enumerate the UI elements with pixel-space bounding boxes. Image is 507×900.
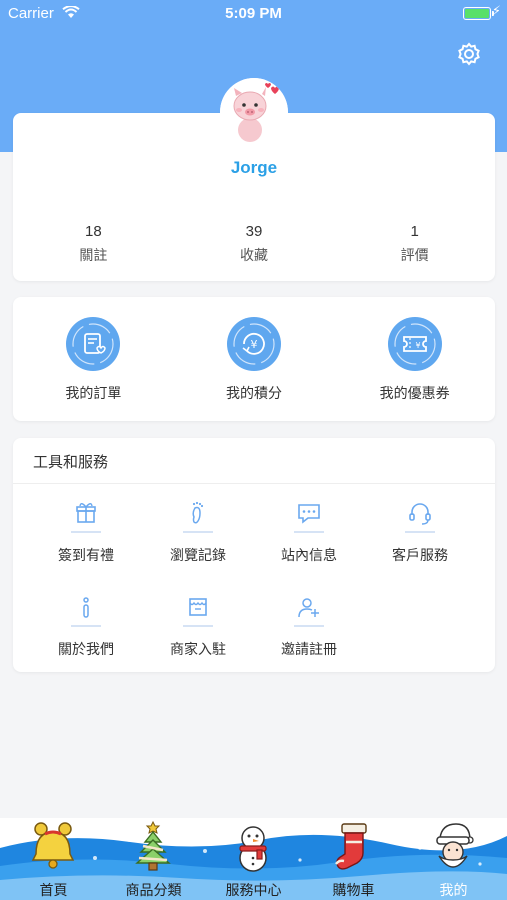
stat-favorites-value: 39 [245, 223, 263, 240]
pig-avatar-icon [220, 78, 288, 146]
bell-icon [31, 822, 75, 869]
headset-icon [409, 503, 431, 525]
site-messages-label: 站內信息 [281, 548, 337, 564]
my-orders-button[interactable]: 我的訂單 [13, 297, 174, 421]
tools-card: 工具和服務 簽到有禮 瀏覽記錄 站內信息 客戶服務 關於我們 商家入駐 邀請註冊 [13, 438, 495, 672]
my-coupons-button[interactable]: ¥ 我的優惠券 [334, 297, 495, 421]
merchant-join-label: 商家入駐 [170, 642, 226, 658]
svg-text:¥: ¥ [415, 341, 420, 350]
stat-reviews-value: 1 [410, 223, 419, 240]
profile-stats: 18 關註 39 收藏 1 評價 [13, 223, 495, 265]
stat-following-value: 18 [84, 223, 102, 240]
my-points-button[interactable]: ¥ 我的積分 [174, 297, 335, 421]
points-icon: ¥ [227, 317, 281, 371]
my-orders-label: 我的訂單 [65, 386, 122, 402]
snowman-icon [239, 826, 267, 872]
message-icon [298, 504, 320, 524]
store-icon [189, 598, 207, 616]
site-messages-button[interactable]: 站內信息 [254, 500, 364, 565]
tools-divider [13, 483, 495, 484]
charging-icon: ⚡ [491, 4, 501, 19]
footprint-icon [192, 501, 204, 524]
stat-reviews[interactable]: 1 評價 [334, 223, 495, 265]
status-bar: Carrier 5:09 PM ⚡ [0, 0, 507, 28]
check-in-gift-label: 簽到有禮 [58, 548, 114, 564]
stat-favorites[interactable]: 39 收藏 [174, 223, 335, 265]
battery-icon [463, 7, 494, 20]
santa-icon [436, 823, 474, 868]
customer-service-label: 客戶服務 [392, 548, 448, 564]
tool-underline [71, 531, 101, 533]
tool-underline [183, 625, 213, 627]
tool-underline [294, 625, 324, 627]
christmas-tree-icon [135, 820, 171, 871]
browse-history-label: 瀏覽記錄 [170, 548, 226, 564]
add-user-icon [298, 598, 319, 618]
tab-mine-label: 我的 [439, 883, 468, 899]
info-icon [83, 597, 89, 618]
tab-mine[interactable]: 我的 [403, 818, 504, 900]
browse-history-button[interactable]: 瀏覽記錄 [143, 500, 253, 565]
avatar[interactable] [220, 78, 288, 146]
stat-following-label: 關註 [79, 248, 108, 264]
tab-home-label: 首頁 [39, 883, 68, 899]
orders-card: 我的訂單 ¥ 我的積分 ¥ 我的優惠券 [13, 297, 495, 421]
tab-cart[interactable]: 購物車 [303, 818, 404, 900]
tab-bar: 首頁 商品分類 服務中心 購物車 我的 [0, 818, 507, 900]
coupon-icon: ¥ [387, 317, 442, 371]
about-us-button[interactable]: 關於我們 [31, 594, 141, 659]
tool-underline [183, 531, 213, 533]
about-us-label: 關於我們 [58, 642, 114, 658]
tool-underline [294, 531, 324, 533]
invite-register-button[interactable]: 邀請註冊 [254, 594, 364, 659]
invite-register-label: 邀請註冊 [281, 642, 337, 658]
username: Jorge [230, 158, 278, 177]
tab-categories-label: 商品分類 [125, 883, 182, 899]
tab-home[interactable]: 首頁 [3, 818, 104, 900]
tool-underline [71, 625, 101, 627]
check-in-gift-button[interactable]: 簽到有禮 [31, 500, 141, 565]
stat-following[interactable]: 18 關註 [13, 223, 174, 265]
gift-icon [76, 503, 96, 523]
status-time: 5:09 PM [225, 5, 282, 22]
stat-favorites-label: 收藏 [240, 248, 268, 264]
svg-text:¥: ¥ [251, 338, 258, 351]
tab-service-center[interactable]: 服務中心 [203, 818, 304, 900]
tool-underline [405, 531, 435, 533]
my-coupons-label: 我的優惠券 [379, 386, 450, 402]
settings-gear-icon[interactable] [455, 40, 483, 68]
my-points-label: 我的積分 [226, 386, 282, 402]
merchant-join-button[interactable]: 商家入駐 [143, 594, 253, 659]
tab-categories[interactable]: 商品分類 [103, 818, 204, 900]
customer-service-button[interactable]: 客戶服務 [365, 500, 475, 565]
stocking-icon [335, 823, 367, 870]
stat-reviews-label: 評價 [400, 248, 429, 264]
order-icon [66, 317, 121, 371]
tools-section-title: 工具和服務 [33, 453, 109, 471]
tab-service-center-label: 服務中心 [225, 883, 282, 899]
tab-cart-label: 購物車 [332, 883, 375, 899]
